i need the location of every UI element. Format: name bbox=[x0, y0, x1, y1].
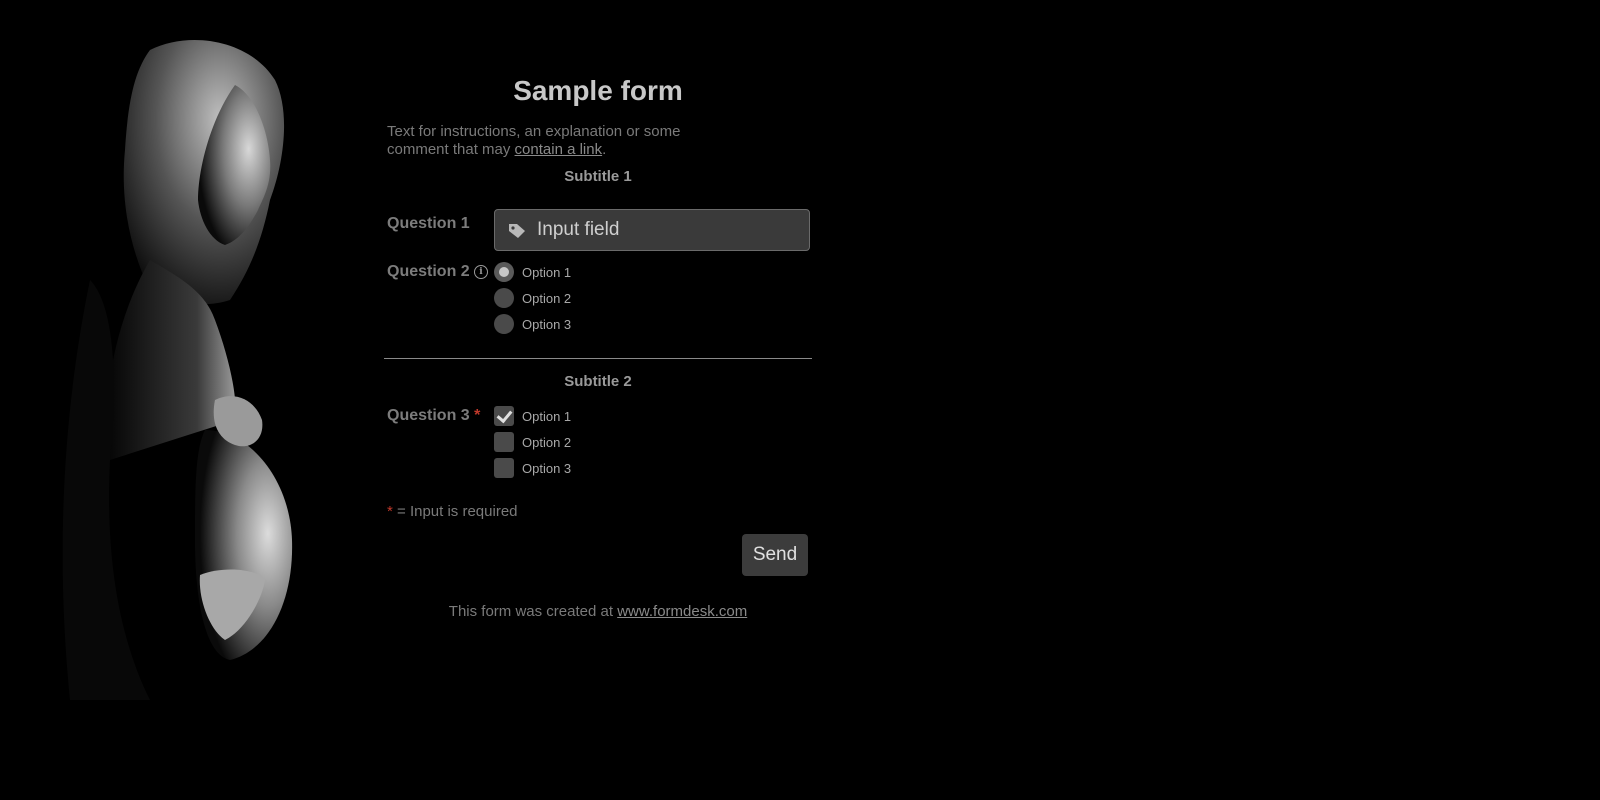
required-note: * = Input is required bbox=[387, 503, 518, 520]
footer: This form was created at www.formdesk.co… bbox=[384, 603, 812, 620]
required-note-text: = Input is required bbox=[392, 503, 518, 520]
option-label: Option 3 bbox=[522, 460, 572, 476]
required-asterisk: * bbox=[474, 407, 481, 424]
subtitle-2: Subtitle 2 bbox=[564, 373, 632, 390]
section-divider bbox=[384, 358, 812, 359]
question-3-option-3[interactable]: Option 3 bbox=[494, 457, 571, 479]
question-2-option-2[interactable]: Option 2 bbox=[494, 287, 571, 309]
option-label: Option 2 bbox=[522, 290, 572, 306]
question-3-option-2[interactable]: Option 2 bbox=[494, 431, 571, 453]
option-label: Option 1 bbox=[522, 408, 572, 424]
intro-text: Text for instructions, an explanation or… bbox=[387, 123, 707, 159]
option-label: Option 1 bbox=[522, 264, 572, 280]
formdesk-link[interactable]: www.formdesk.com bbox=[617, 603, 747, 620]
question-2-option-3[interactable]: Option 3 bbox=[494, 313, 571, 335]
checkbox[interactable] bbox=[494, 432, 514, 452]
form-title: Sample form bbox=[513, 75, 683, 106]
option-label: Option 2 bbox=[522, 434, 572, 450]
question-2-label: Question 2 bbox=[387, 263, 470, 280]
intro-text-end: . bbox=[602, 141, 607, 158]
radio-button-selected[interactable] bbox=[494, 262, 514, 282]
checkbox-checked[interactable] bbox=[494, 406, 514, 426]
question-1-label: Question 1 bbox=[387, 215, 470, 232]
send-button[interactable]: Send bbox=[742, 534, 808, 576]
subtitle-1: Subtitle 1 bbox=[564, 168, 632, 185]
radio-button[interactable] bbox=[494, 288, 514, 308]
pregnant-woman-photo bbox=[0, 0, 360, 800]
intro-link[interactable]: contain a link bbox=[515, 141, 603, 158]
tag-icon bbox=[509, 224, 525, 238]
question-1-input-wrapper[interactable] bbox=[494, 209, 810, 251]
option-label: Option 3 bbox=[522, 316, 572, 332]
question-3-label: Question 3 * bbox=[387, 407, 480, 425]
checkbox[interactable] bbox=[494, 458, 514, 478]
question-2-option-1[interactable]: Option 1 bbox=[494, 261, 571, 283]
question-3-option-1[interactable]: Option 1 bbox=[494, 405, 571, 427]
question-3-label-text: Question 3 bbox=[387, 407, 470, 424]
footer-text: This form was created at bbox=[448, 603, 618, 620]
info-icon[interactable]: i bbox=[474, 265, 488, 279]
question-1-input[interactable] bbox=[537, 210, 797, 250]
sample-form: Sample form Text for instructions, an ex… bbox=[384, 60, 812, 620]
radio-button[interactable] bbox=[494, 314, 514, 334]
